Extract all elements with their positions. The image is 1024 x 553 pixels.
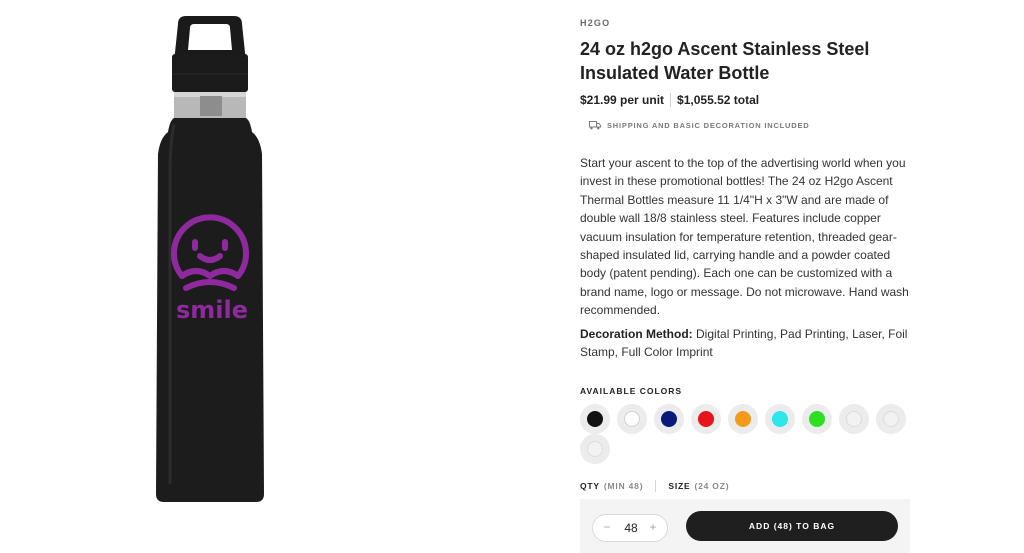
product-description: Start your ascent to the top of the adve… bbox=[580, 156, 909, 318]
available-colors-label: AVAILABLE COLORS bbox=[580, 386, 683, 396]
bottle-lid bbox=[172, 54, 248, 92]
swatch-dot bbox=[587, 441, 603, 457]
qty-size-divider bbox=[655, 480, 657, 492]
qty-min: (MIN 48) bbox=[603, 481, 644, 491]
unit-price: $21.99 per unit bbox=[580, 93, 665, 107]
swatch-dot bbox=[772, 411, 788, 427]
size-value: (24 OZ) bbox=[694, 481, 730, 491]
color-swatch-light-2[interactable] bbox=[876, 404, 906, 434]
add-to-bag-button[interactable]: ADD (48) TO BAG bbox=[686, 511, 898, 541]
product-image-area: smile bbox=[0, 0, 430, 553]
smile-logo-text: smile bbox=[176, 296, 248, 324]
swatch-dot bbox=[735, 411, 751, 427]
size-label: SIZE bbox=[668, 481, 691, 491]
price-row: $21.99 per unit $1,055.52 total bbox=[580, 92, 759, 108]
color-swatch-red[interactable] bbox=[691, 404, 721, 434]
price-divider bbox=[670, 93, 672, 107]
color-swatch-cyan[interactable] bbox=[765, 404, 795, 434]
qty-size-row: QTY (MIN 48) SIZE (24 OZ) bbox=[580, 480, 729, 492]
color-swatch-orange[interactable] bbox=[728, 404, 758, 434]
qty-decrement-button[interactable]: − bbox=[600, 520, 614, 534]
swatch-dot bbox=[809, 411, 825, 427]
water-bottle-image: smile bbox=[156, 16, 264, 502]
swatch-dot bbox=[883, 411, 899, 427]
total-price: $1,055.52 total bbox=[677, 93, 760, 107]
shipping-note: SHIPPING AND BASIC DECORATION INCLUDED bbox=[589, 121, 810, 130]
color-swatch-light-1[interactable] bbox=[839, 404, 869, 434]
color-swatch-navy[interactable] bbox=[654, 404, 684, 434]
color-swatch-green[interactable] bbox=[802, 404, 832, 434]
decoration-method: Decoration Method: Digital Printing, Pad… bbox=[580, 325, 912, 362]
swatch-dot bbox=[587, 411, 603, 427]
qty-input[interactable] bbox=[615, 520, 647, 536]
add-to-bag-bar: − + ADD (48) TO BAG bbox=[580, 499, 910, 553]
color-swatch-black[interactable] bbox=[580, 404, 610, 434]
qty-label: QTY bbox=[580, 481, 600, 491]
qty-increment-button[interactable]: + bbox=[646, 520, 660, 534]
quantity-stepper: − + bbox=[592, 514, 668, 542]
product-title: 24 oz h2go Ascent Stainless Steel Insula… bbox=[580, 39, 870, 83]
brand-name: H2GO bbox=[580, 18, 611, 28]
color-swatch-white[interactable] bbox=[617, 404, 647, 434]
swatch-dot bbox=[661, 411, 677, 427]
truck-icon bbox=[589, 121, 601, 130]
swatch-dot bbox=[846, 411, 862, 427]
bottle-handle-hole bbox=[188, 24, 232, 50]
shipping-note-text: SHIPPING AND BASIC DECORATION INCLUDED bbox=[607, 121, 810, 130]
decoration-label: Decoration Method: bbox=[580, 327, 693, 341]
swatch-dot bbox=[698, 411, 714, 427]
swatch-dot bbox=[624, 411, 640, 427]
color-swatch-light-3[interactable] bbox=[580, 434, 610, 464]
